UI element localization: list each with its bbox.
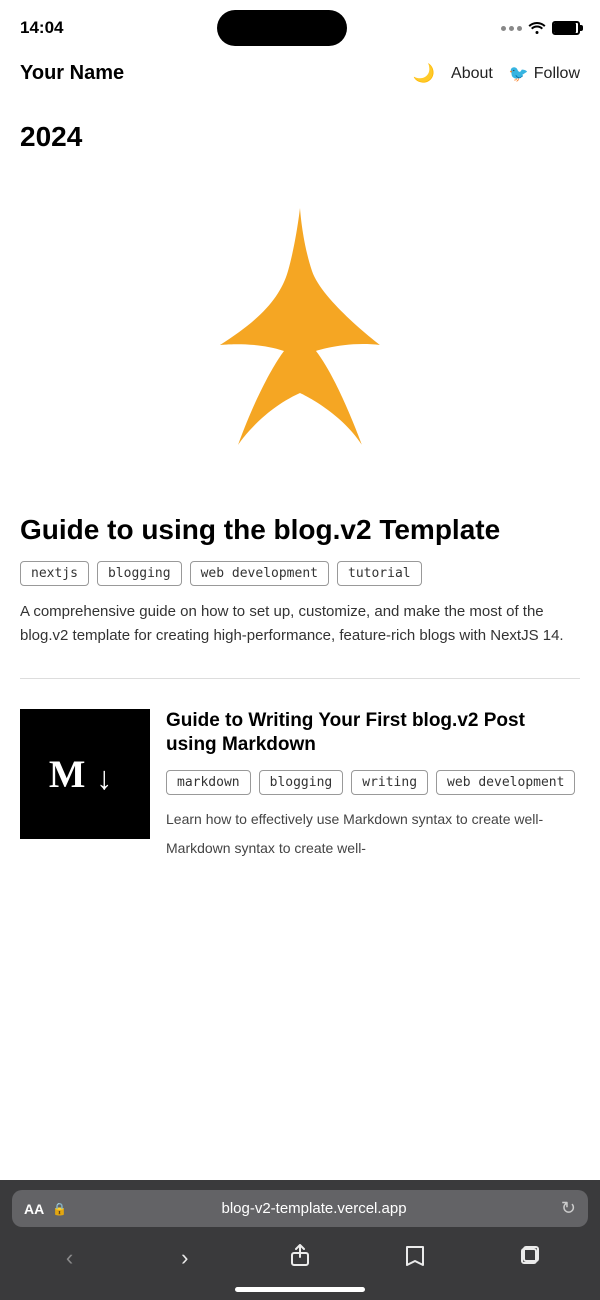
browser-navigation: ‹ ›	[12, 1237, 588, 1283]
featured-post-description: A comprehensive guide on how to set up, …	[20, 600, 580, 648]
follow-label: Follow	[534, 65, 580, 83]
url-text[interactable]: blog-v2-template.vercel.app	[75, 1200, 553, 1217]
lock-icon: 🔒	[52, 1202, 67, 1216]
second-post-thumbnail[interactable]: M ↓	[20, 709, 150, 839]
tag-blogging[interactable]: blogging	[97, 561, 182, 586]
tag-nextjs[interactable]: nextjs	[20, 561, 89, 586]
second-post-description: Learn how to effectively use Markdown sy…	[166, 809, 580, 830]
second-post-content: Guide to Writing Your First blog.v2 Post…	[166, 709, 580, 859]
featured-post: Guide to using the blog.v2 Template next…	[20, 503, 580, 668]
reload-button[interactable]: ↻	[561, 1198, 576, 1219]
second-post-title[interactable]: Guide to Writing Your First blog.v2 Post…	[166, 709, 580, 758]
svg-text:M: M	[49, 754, 86, 796]
nav-links: 🌙 About 🐦 Follow	[413, 63, 580, 84]
tag-markdown[interactable]: markdown	[166, 770, 251, 795]
svg-text:↓: ↓	[96, 760, 112, 796]
tag-web-development[interactable]: web development	[190, 561, 329, 586]
share-button[interactable]	[282, 1243, 318, 1273]
twitter-icon: 🐦	[509, 64, 529, 84]
twitter-follow-link[interactable]: 🐦 Follow	[509, 64, 580, 84]
main-content: 2024 // Replace star with better version…	[0, 101, 600, 859]
browser-bar: AA 🔒 blog-v2-template.vercel.app ↻ ‹ ›	[0, 1180, 600, 1300]
about-link[interactable]: About	[451, 65, 493, 83]
featured-post-tags: nextjs blogging web development tutorial	[20, 561, 580, 586]
bookmarks-button[interactable]	[397, 1243, 433, 1273]
notch	[217, 10, 347, 46]
home-indicator	[235, 1287, 365, 1292]
tag-writing[interactable]: writing	[351, 770, 428, 795]
star-graphic	[160, 193, 440, 483]
signal-icon	[501, 26, 522, 31]
section-divider	[20, 678, 580, 679]
forward-button[interactable]: ›	[167, 1245, 203, 1271]
featured-post-title[interactable]: Guide to using the blog.v2 Template	[20, 513, 580, 547]
second-post-description-cont: Markdown syntax to create well-	[166, 838, 580, 859]
status-bar: 14:04	[0, 0, 600, 52]
dark-mode-toggle[interactable]: 🌙	[413, 63, 435, 84]
tag-blogging2[interactable]: blogging	[259, 770, 344, 795]
url-bar[interactable]: AA 🔒 blog-v2-template.vercel.app ↻	[12, 1190, 588, 1227]
second-post-tags: markdown blogging writing web developmen…	[166, 770, 580, 795]
year-label: 2024	[20, 121, 580, 153]
second-post: M ↓ Guide to Writing Your First blog.v2 …	[20, 689, 580, 859]
star-image	[20, 173, 580, 503]
site-logo[interactable]: Your Name	[20, 62, 124, 85]
status-time: 14:04	[20, 18, 63, 38]
tabs-button[interactable]	[512, 1243, 548, 1273]
back-button[interactable]: ‹	[52, 1245, 88, 1271]
tag-tutorial[interactable]: tutorial	[337, 561, 422, 586]
tag-web-dev2[interactable]: web development	[436, 770, 575, 795]
aa-button[interactable]: AA	[24, 1201, 44, 1217]
nav-bar: Your Name 🌙 About 🐦 Follow	[0, 52, 600, 101]
status-icons	[501, 20, 580, 37]
battery-icon	[552, 21, 580, 35]
wifi-icon	[528, 20, 546, 37]
